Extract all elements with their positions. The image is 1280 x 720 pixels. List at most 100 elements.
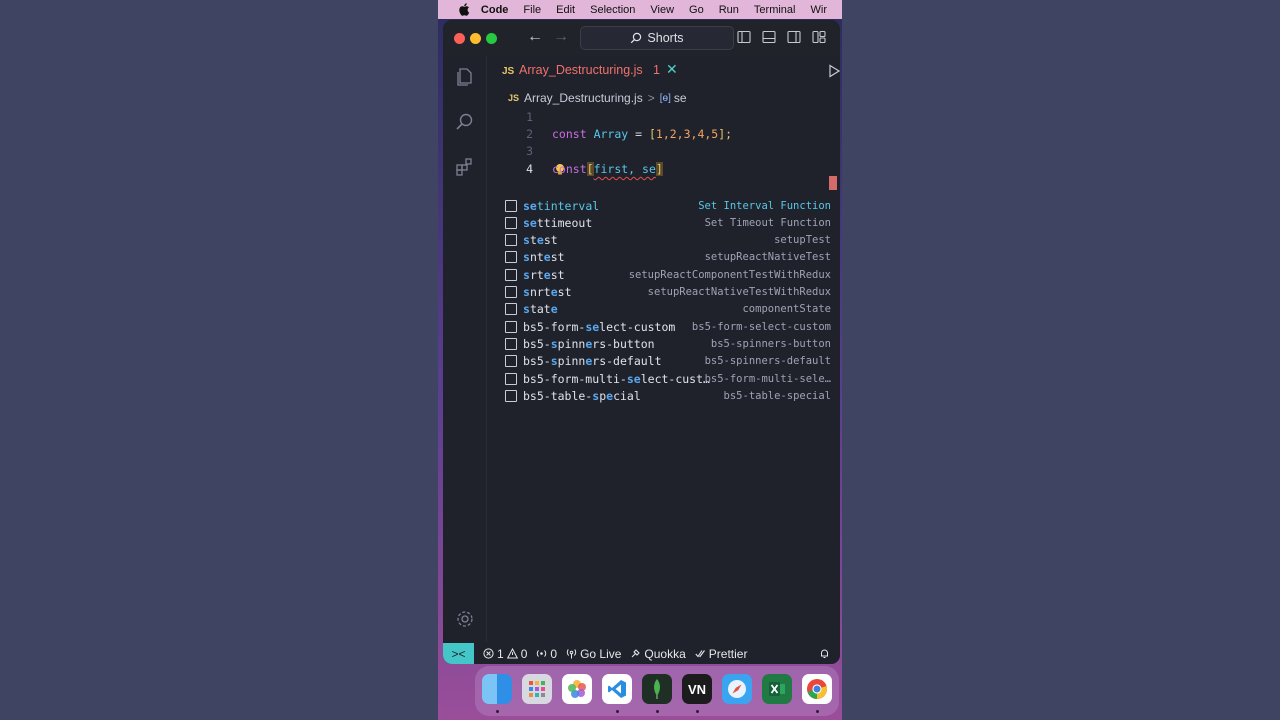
remote-indicator-icon[interactable]: >< <box>443 643 474 664</box>
menu-run[interactable]: Run <box>719 4 739 16</box>
extensions-icon[interactable] <box>454 156 476 178</box>
app-running-indicator <box>656 710 659 713</box>
line-number: 1 <box>526 110 533 124</box>
label-text: bs5-table- <box>523 388 593 403</box>
back-arrow-icon[interactable]: ← <box>527 28 543 46</box>
suggestion-item[interactable]: sntest setupReactNativeTest <box>502 249 837 266</box>
suggestion-detail: componentState <box>742 303 831 316</box>
search-sidebar-icon[interactable] <box>454 111 476 133</box>
bracket-open: [ <box>648 127 656 141</box>
close-icon[interactable]: ✕ <box>666 61 678 78</box>
manage-gear-icon[interactable] <box>454 608 476 630</box>
launchpad-icon[interactable] <box>522 674 552 704</box>
problems-status[interactable]: 1 0 <box>483 647 527 661</box>
vscode-icon[interactable] <box>602 674 632 704</box>
suggestion-label: bs5-form-multi-select-cust… <box>523 372 710 386</box>
suggestion-item[interactable]: bs5-form-select-custom bs5-form-select-cu… <box>502 318 837 335</box>
bell-icon <box>821 649 828 658</box>
suggestion-item[interactable]: state componentState <box>502 301 837 318</box>
match-highlight: s <box>550 336 558 351</box>
code-editor[interactable]: 1 2 3 4 const Array = [1,2,3,4,5]; const… <box>487 108 840 642</box>
breadcrumb-file[interactable]: Array_Destructuring.js <box>524 91 643 105</box>
menu-go[interactable]: Go <box>689 4 704 16</box>
menu-view[interactable]: View <box>650 4 674 16</box>
match-highlight: s <box>523 233 530 248</box>
explorer-files-icon[interactable] <box>454 66 476 88</box>
suggestion-detail: setupReactNativeTestWithRedux <box>647 286 831 298</box>
breadcrumb: JS Array_Destructuring.js > [ɵ] se <box>508 90 687 106</box>
tab-problem-count: 1 <box>653 63 660 77</box>
suggestion-item[interactable]: setinterval Set Interval Function <box>502 197 837 214</box>
chrome-icon[interactable] <box>802 674 832 704</box>
app-running-indicator <box>816 710 819 713</box>
command-center-search[interactable]: Shorts <box>580 26 734 50</box>
suggestion-item[interactable]: bs5-table-special bs5-table-special <box>502 387 837 404</box>
zoom-window-button[interactable] <box>486 33 497 44</box>
suggestion-item[interactable]: settimeout Set Timeout Function <box>502 214 837 231</box>
suggestion-item[interactable]: srtest setupReactComponentTestWithRedux <box>502 266 837 283</box>
apple-icon[interactable] <box>458 3 471 17</box>
menu-file[interactable]: File <box>523 4 541 16</box>
safari-icon[interactable] <box>722 674 752 704</box>
array-values: 1,2,3,4,5 <box>655 127 719 141</box>
suggestion-item[interactable]: stest setupTest <box>502 232 837 249</box>
toggle-primary-sidebar-icon[interactable] <box>737 30 751 44</box>
menu-edit[interactable]: Edit <box>556 4 575 16</box>
status-bar: >< 1 0 0 Go Live Quokka Prettier <box>443 643 840 664</box>
go-live-button[interactable]: Go Live <box>566 647 621 661</box>
match-highlight: s <box>523 302 530 317</box>
ports-count: 0 <box>550 646 558 661</box>
ports-status[interactable]: 0 <box>536 647 557 661</box>
suggest-widget: setinterval Set Interval Function settimeo… <box>502 197 837 408</box>
vscode-window: ← → Shorts JS Array_Destructuring.js 1 ✕ <box>443 20 840 664</box>
mongodb-icon[interactable] <box>642 674 672 704</box>
excel-icon[interactable] <box>762 674 792 704</box>
suggestion-detail: setupReactComponentTestWithRedux <box>628 268 831 281</box>
quokka-button[interactable]: Quokka <box>630 647 686 661</box>
minimize-window-button[interactable] <box>470 33 481 44</box>
customize-layout-icon[interactable] <box>812 30 826 44</box>
suggestion-item[interactable]: bs5-spinners-button bs5-spinners-button <box>502 335 837 352</box>
match-highlight: s <box>523 285 530 299</box>
match-highlight: se <box>585 319 600 334</box>
close-window-button[interactable] <box>454 33 465 44</box>
tab-filename: Array_Destructuring.js <box>519 63 643 77</box>
label-text: bs5-form- <box>523 319 586 334</box>
forward-arrow-icon[interactable]: → <box>553 28 569 46</box>
vn-icon[interactable]: VN <box>682 674 712 704</box>
finder-icon[interactable] <box>482 674 512 704</box>
suggestion-item[interactable]: bs5-form-multi-select-cust… bs5-form-mult… <box>502 370 837 387</box>
error-count: 1 <box>497 646 504 661</box>
mac-dock: VN <box>475 666 839 716</box>
breadcrumb-symbol[interactable]: se <box>674 91 687 105</box>
toggle-secondary-sidebar-icon[interactable] <box>787 30 801 44</box>
menu-code[interactable]: Code <box>481 4 509 16</box>
suggestion-detail: bs5-form-select-custom <box>691 320 831 333</box>
snippet-icon <box>505 268 517 281</box>
snippet-icon <box>505 251 517 264</box>
code-line-4: const[first, se] <box>552 162 663 176</box>
menu-selection[interactable]: Selection <box>590 4 635 16</box>
snippet-icon <box>505 320 517 333</box>
label-text: tat <box>529 302 551 317</box>
app-running-indicator <box>616 710 619 713</box>
match-highlight: e <box>543 267 551 282</box>
suggestion-label: bs5-spinners-button <box>523 337 655 351</box>
bracket-open: [ <box>586 162 594 176</box>
label-text: tinterval <box>536 198 600 213</box>
warning-icon <box>506 648 518 659</box>
menu-window[interactable]: Wir <box>811 4 828 16</box>
match-highlight: s <box>523 267 530 282</box>
menu-terminal[interactable]: Terminal <box>754 4 796 16</box>
photos-icon[interactable] <box>562 674 592 704</box>
screen-capture: Code File Edit Selection View Go Run Ter… <box>438 0 842 720</box>
mac-menubar: Code File Edit Selection View Go Run Ter… <box>438 0 842 19</box>
toggle-panel-icon[interactable] <box>762 30 776 44</box>
quokka-icon <box>632 649 641 658</box>
prettier-button[interactable]: Prettier <box>695 647 747 661</box>
suggestion-item[interactable]: bs5-spinners-default bs5-spinners-default <box>502 353 837 370</box>
notifications-button[interactable] <box>819 648 830 659</box>
suggestion-item[interactable]: snrtest setupReactNativeTestWithRedux <box>502 284 837 301</box>
scrollbar-error-marker[interactable] <box>829 176 837 190</box>
run-play-icon[interactable] <box>827 64 840 78</box>
